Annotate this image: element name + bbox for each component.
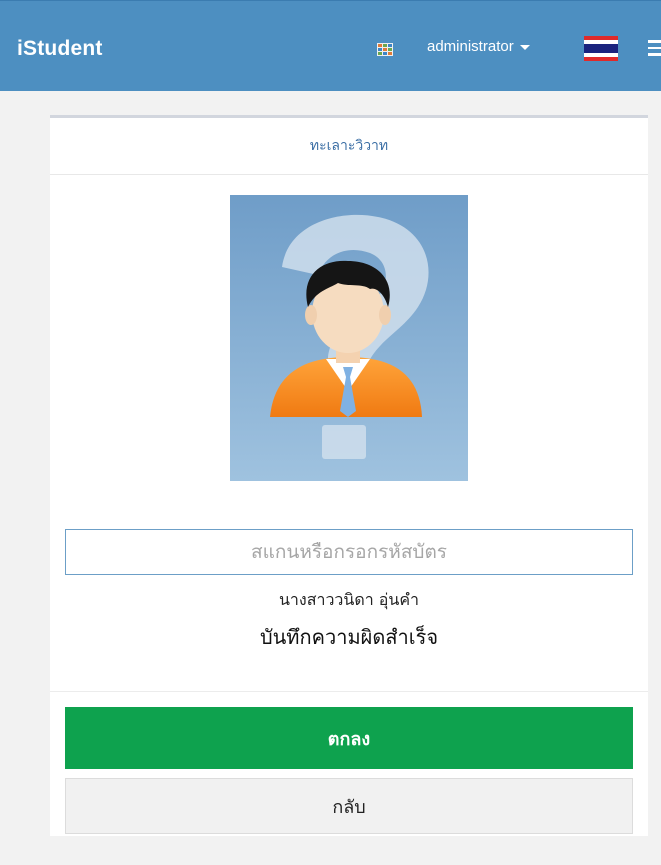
caret-down-icon [519,45,530,50]
user-dropdown[interactable]: administrator [427,38,530,55]
brand-logo[interactable]: iStudent [17,37,103,61]
grid-apps-icon[interactable] [377,43,393,56]
divider [50,691,648,692]
thai-flag-icon[interactable] [584,36,618,61]
unknown-person-question-icon [230,195,468,481]
user-label: administrator [427,38,514,55]
panel-title: ทะเลาะวิวาท [50,118,648,175]
status-message: บันทึกความผิดสำเร็จ [259,625,439,649]
ok-button[interactable]: ตกลง [65,707,633,769]
student-name: นางสาววนิดา อุ่นคำ [278,590,420,609]
hamburger-menu-icon[interactable] [648,40,661,56]
incident-panel: ทะเลาะวิวาท นางสา [50,115,648,836]
card-scan-input[interactable] [65,529,633,575]
back-button[interactable]: กลับ [65,778,633,834]
top-navbar: iStudent administrator [0,0,661,91]
